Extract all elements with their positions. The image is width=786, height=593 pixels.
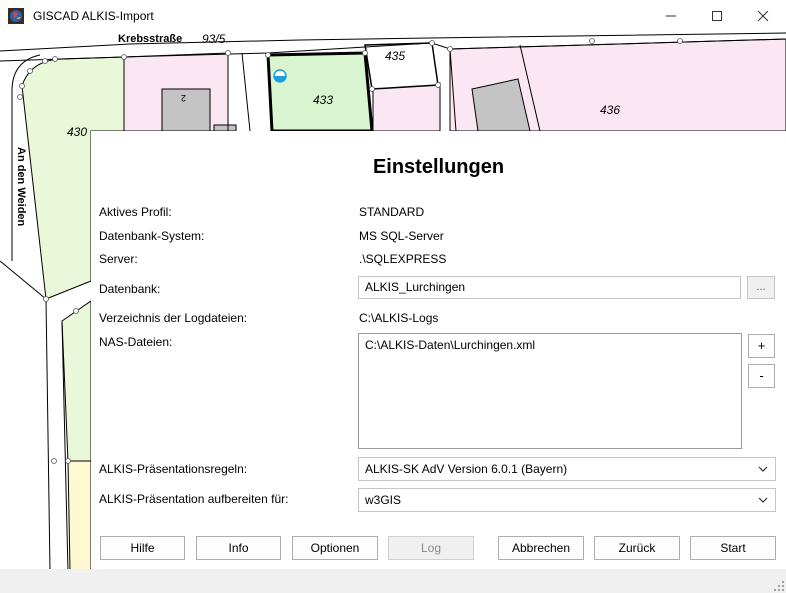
dbsystem-value: MS SQL-Server [359, 229, 444, 243]
settings-dialog: Einstellungen Aktives Profil: STANDARD D… [91, 131, 786, 569]
globe-app-icon [8, 8, 24, 24]
minimize-icon [666, 15, 676, 16]
window-title: GISCAD ALKIS-Import [33, 9, 154, 23]
dbsystem-label: Datenbank-System: [99, 229, 205, 243]
log-button[interactable]: Log [388, 536, 474, 560]
nas-file-list[interactable]: C:\ALKIS-Daten\Lurchingen.xml [358, 333, 742, 449]
chevron-down-icon [758, 466, 768, 472]
database-field[interactable]: ALKIS_Lurchingen [358, 276, 741, 299]
cancel-button[interactable]: Abbrechen [498, 536, 584, 560]
target-select[interactable]: w3GIS [358, 488, 776, 512]
target-select-value: w3GIS [365, 493, 402, 507]
house-number-label: 2 [181, 93, 187, 103]
title-bar[interactable]: GISCAD ALKIS-Import [0, 0, 786, 31]
browse-database-button[interactable]: ... [747, 276, 775, 299]
parcel-label-436: 436 [600, 103, 621, 117]
parcel-label-435: 435 [385, 49, 406, 63]
database-field-value: ALKIS_Lurchingen [365, 280, 466, 294]
parcel-label-433: 433 [313, 93, 334, 107]
database-label: Datenbank: [99, 282, 161, 296]
remove-nas-file-button[interactable]: - [748, 364, 775, 388]
start-button[interactable]: Start [690, 536, 776, 560]
nas-label: NAS-Dateien: [99, 335, 173, 349]
server-value: .\SQLEXPRESS [359, 252, 447, 266]
profile-value: STANDARD [359, 205, 425, 219]
maximize-icon [712, 10, 722, 21]
rules-select-value: ALKIS-SK AdV Version 6.0.1 (Bayern) [365, 462, 568, 476]
rules-select[interactable]: ALKIS-SK AdV Version 6.0.1 (Bayern) [358, 457, 776, 481]
chevron-down-icon [758, 497, 768, 503]
logdir-label: Verzeichnis der Logdateien: [99, 311, 248, 325]
target-label: ALKIS-Präsentation aufbereiten für: [99, 492, 289, 506]
dialog-title: Einstellungen [372, 156, 505, 178]
back-button[interactable]: Zurück [594, 536, 680, 560]
logdir-value: C:\ALKIS-Logs [359, 311, 439, 325]
server-label: Server: [99, 252, 138, 266]
street-label-krebsstrasse: Krebsstraße [118, 33, 183, 45]
options-button[interactable]: Optionen [292, 536, 378, 560]
info-button[interactable]: Info [196, 536, 281, 560]
help-button[interactable]: Hilfe [100, 536, 185, 560]
add-nas-file-button[interactable]: + [748, 334, 775, 358]
status-bar [0, 569, 786, 593]
parcel-label-93-5: 93/5 [202, 32, 226, 46]
profile-label: Aktives Profil: [99, 205, 172, 219]
close-icon [757, 10, 769, 21]
rules-label: ALKIS-Präsentationsregeln: [99, 462, 248, 476]
minimize-button[interactable] [648, 0, 694, 31]
parcel-label-430: 430 [67, 125, 88, 139]
nas-file-item[interactable]: C:\ALKIS-Daten\Lurchingen.xml [365, 338, 735, 352]
close-button[interactable] [740, 0, 786, 31]
maximize-button[interactable] [694, 0, 740, 31]
resize-grip-icon[interactable] [774, 581, 784, 591]
street-label-an-den-weiden: An den Weiden [15, 147, 27, 227]
